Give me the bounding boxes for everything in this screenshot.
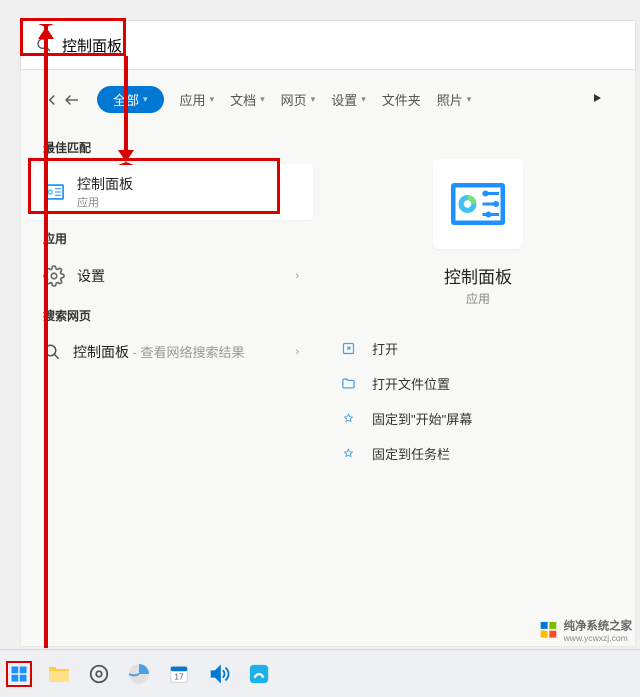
- control-panel-icon: [448, 174, 508, 234]
- filter-tabs: 全部 ▾ 应用▾ 文档▾ 网页▾ 设置▾ 文件夹 照片▾: [21, 70, 635, 129]
- tab-photos[interactable]: 照片▾: [437, 90, 472, 109]
- detail-actions: 打开 打开文件位置 固定到"开始"屏幕 固定到任务栏: [341, 331, 615, 471]
- windows-icon: [10, 663, 28, 685]
- action-pin-taskbar[interactable]: 固定到任务栏: [341, 436, 615, 471]
- tab-folders[interactable]: 文件夹: [382, 90, 421, 109]
- tab-docs[interactable]: 文档▾: [230, 90, 265, 109]
- play-icon[interactable]: [591, 92, 603, 107]
- explorer-icon[interactable]: [46, 661, 72, 687]
- watermark-title: 纯净系统之家: [564, 617, 632, 633]
- detail-subtitle: 应用: [466, 290, 490, 307]
- search-bar[interactable]: [20, 20, 636, 70]
- search-icon: [36, 37, 52, 53]
- back-icon[interactable]: [43, 91, 61, 109]
- chevron-down-icon: ▾: [143, 94, 148, 105]
- watermark-icon: [539, 620, 560, 641]
- apps-header: 应用: [29, 220, 313, 255]
- detail-icon-wrap: [433, 159, 523, 249]
- chevron-down-icon: ▾: [210, 94, 215, 105]
- volume-icon[interactable]: [206, 661, 232, 687]
- watermark-url: www.ycwxzj.com: [564, 634, 632, 644]
- search-window: 全部▾ 应用▾ 文档▾ 网页▾ 设置▾ 文件夹 照片▾ 最佳匹配 控制面板 应用: [20, 20, 636, 647]
- web-result-title: 控制面板: [73, 344, 129, 360]
- gear-icon: [43, 265, 65, 287]
- tab-all-label: 全部: [113, 90, 139, 109]
- open-icon: [341, 341, 356, 356]
- best-match-title: 控制面板: [77, 174, 133, 194]
- best-match-subtitle: 应用: [77, 194, 133, 210]
- best-match-header: 最佳匹配: [29, 129, 313, 164]
- best-match-result[interactable]: 控制面板 应用: [29, 164, 313, 220]
- pin-icon: [341, 411, 356, 426]
- settings-icon[interactable]: [86, 661, 112, 687]
- detail-title: 控制面板: [444, 263, 512, 288]
- chevron-down-icon: ▾: [467, 94, 472, 105]
- arrow-left-icon[interactable]: [63, 91, 81, 109]
- watermark: 纯净系统之家 www.ycwxzj.com: [539, 617, 632, 643]
- apps-result-settings[interactable]: 设置 ›: [29, 255, 313, 297]
- action-open[interactable]: 打开: [341, 331, 615, 366]
- detail-column: 控制面板 应用 打开 打开文件位置: [321, 129, 635, 646]
- tab-all[interactable]: 全部 ▾: [97, 86, 164, 113]
- chevron-down-icon: ▾: [311, 94, 316, 105]
- web-result-suffix: - 查看网络搜索结果: [129, 345, 245, 360]
- pin-icon: [341, 446, 356, 461]
- taskbar: 17: [0, 649, 640, 697]
- search-input[interactable]: [62, 37, 620, 54]
- calendar-icon[interactable]: 17: [166, 661, 192, 687]
- web-result[interactable]: 控制面板 - 查看网络搜索结果 ›: [29, 332, 313, 372]
- action-pin-start[interactable]: 固定到"开始"屏幕: [341, 401, 615, 436]
- tab-apps[interactable]: 应用▾: [180, 90, 215, 109]
- app-icon[interactable]: [246, 661, 272, 687]
- web-header: 搜索网页: [29, 297, 313, 332]
- action-open-location[interactable]: 打开文件位置: [341, 366, 615, 401]
- results-column: 最佳匹配 控制面板 应用 应用 设置 › 搜索网页: [21, 129, 321, 646]
- chevron-down-icon: ▾: [260, 94, 265, 105]
- tab-web[interactable]: 网页▾: [281, 90, 316, 109]
- browser-icon[interactable]: [126, 661, 152, 687]
- folder-icon: [341, 376, 356, 391]
- chevron-right-icon: ›: [295, 346, 299, 358]
- chevron-right-icon: ›: [295, 270, 299, 282]
- search-body: 全部▾ 应用▾ 文档▾ 网页▾ 设置▾ 文件夹 照片▾ 最佳匹配 控制面板 应用: [20, 70, 636, 647]
- chevron-down-icon: ▾: [361, 94, 366, 105]
- start-button[interactable]: [6, 661, 32, 687]
- settings-item-label: 设置: [77, 266, 105, 286]
- svg-text:17: 17: [174, 672, 184, 681]
- search-icon: [43, 343, 61, 361]
- tab-settings[interactable]: 设置▾: [331, 90, 366, 109]
- control-panel-icon: [43, 181, 65, 203]
